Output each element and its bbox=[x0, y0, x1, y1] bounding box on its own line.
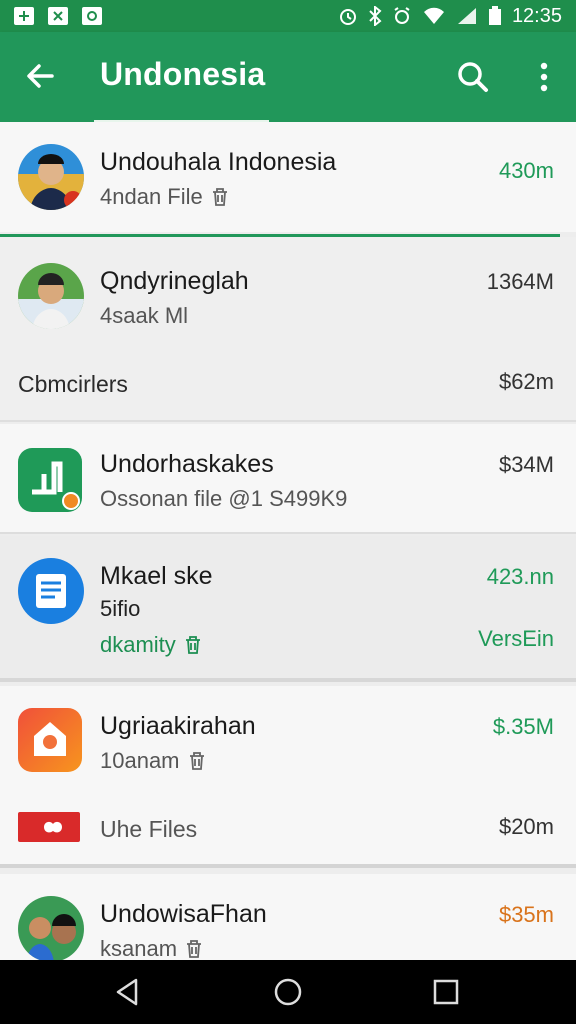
item-size: $34M bbox=[498, 452, 554, 477]
item-subtitle: Ossonan file @1 S499K9 bbox=[100, 486, 347, 512]
item-name: UndowisaFhan bbox=[100, 900, 267, 928]
list-item[interactable]: Mkael ske 5ifio dkamity 423.nn VersEin bbox=[0, 536, 576, 682]
alarm-clock-icon bbox=[394, 7, 410, 24]
recents-square-icon[interactable] bbox=[430, 976, 462, 1008]
item-subtitle-text: ksanam bbox=[100, 936, 178, 961]
item-subtitle: 4saak Ml bbox=[100, 303, 188, 329]
item-name: Undouhala Indonesia bbox=[100, 148, 337, 176]
item-subtitle: 4ndan File bbox=[100, 184, 231, 210]
avatar bbox=[18, 144, 84, 210]
search-icon[interactable] bbox=[456, 60, 490, 94]
list-item[interactable]: Qndyrineglah 4saak Ml 1364M Cbmcirlers $… bbox=[0, 237, 576, 422]
section-size: $62m bbox=[498, 369, 554, 394]
app-bar: Undonesia bbox=[0, 32, 576, 122]
list-item[interactable]: Undouhala Indonesia 4ndan File 430m bbox=[0, 122, 576, 232]
close-box-icon bbox=[48, 7, 68, 25]
alarm-icon bbox=[339, 9, 356, 25]
item-size: 423.nn bbox=[486, 564, 554, 589]
status-bar: 12:35 bbox=[0, 0, 576, 32]
item-size: $35m bbox=[498, 902, 554, 927]
item-subtitle-text: Ossonan file @1 S499K9 bbox=[100, 486, 348, 511]
gallery-icon bbox=[14, 7, 34, 25]
item-subtitle-text: 4ndan File bbox=[100, 184, 203, 209]
item-subtitle-text: dkamity bbox=[100, 632, 176, 657]
avatar bbox=[18, 896, 84, 962]
blue-doc-icon bbox=[18, 558, 84, 624]
signal-icon bbox=[457, 8, 476, 24]
list-item[interactable]: Ugriaakirahan 10anam $.35M Uhe Files $20… bbox=[0, 686, 576, 868]
arrow-back-icon[interactable] bbox=[22, 58, 58, 94]
page-title: Undonesia bbox=[100, 56, 266, 92]
item-name: Qndyrineglah bbox=[100, 267, 249, 295]
bluetooth-icon bbox=[369, 6, 382, 26]
battery-icon bbox=[488, 6, 501, 25]
home-circle-icon[interactable] bbox=[272, 976, 304, 1008]
trash-icon[interactable] bbox=[183, 938, 205, 960]
list-item[interactable]: Undorhaskakes Ossonan file @1 S499K9 $34… bbox=[0, 424, 576, 534]
wifi-icon bbox=[423, 7, 444, 25]
back-triangle-icon[interactable] bbox=[112, 976, 144, 1008]
item-name: Ugriaakirahan bbox=[100, 712, 256, 740]
item-size: 1364M bbox=[486, 269, 554, 294]
trash-icon[interactable] bbox=[186, 750, 208, 772]
item-subtitle-text: 4saak Ml bbox=[100, 303, 189, 328]
trash-icon[interactable] bbox=[209, 186, 231, 208]
orange-app-icon bbox=[18, 708, 82, 772]
item-name: Mkael ske bbox=[100, 562, 213, 590]
section-size: $20m bbox=[498, 814, 554, 839]
item-subtitle: dkamity bbox=[100, 632, 204, 658]
avatar bbox=[18, 263, 84, 329]
item-size: 430m bbox=[498, 158, 554, 183]
green-app-icon bbox=[18, 448, 82, 512]
item-subtitle-2: 5ifio bbox=[100, 596, 141, 621]
item-subtitle-text: 10anam bbox=[100, 748, 180, 773]
item-subtitle: ksanam bbox=[100, 936, 205, 962]
item-version: VersEin bbox=[478, 626, 554, 651]
photo-icon bbox=[82, 7, 102, 25]
more-vert-icon[interactable] bbox=[530, 60, 558, 94]
section-label: Cbmcirlers bbox=[18, 371, 128, 397]
list-item[interactable]: UndowisaFhan ksanam $35m bbox=[0, 874, 576, 962]
red-folder-icon bbox=[18, 812, 80, 842]
clock-time: 12:35 bbox=[511, 4, 562, 27]
trash-icon[interactable] bbox=[182, 634, 204, 656]
navigation-bar bbox=[0, 960, 576, 1024]
item-name: Undorhaskakes bbox=[100, 450, 274, 478]
section-label: Uhe Files bbox=[100, 816, 198, 842]
item-size: $.35M bbox=[492, 714, 554, 739]
item-subtitle: 10anam bbox=[100, 748, 208, 774]
